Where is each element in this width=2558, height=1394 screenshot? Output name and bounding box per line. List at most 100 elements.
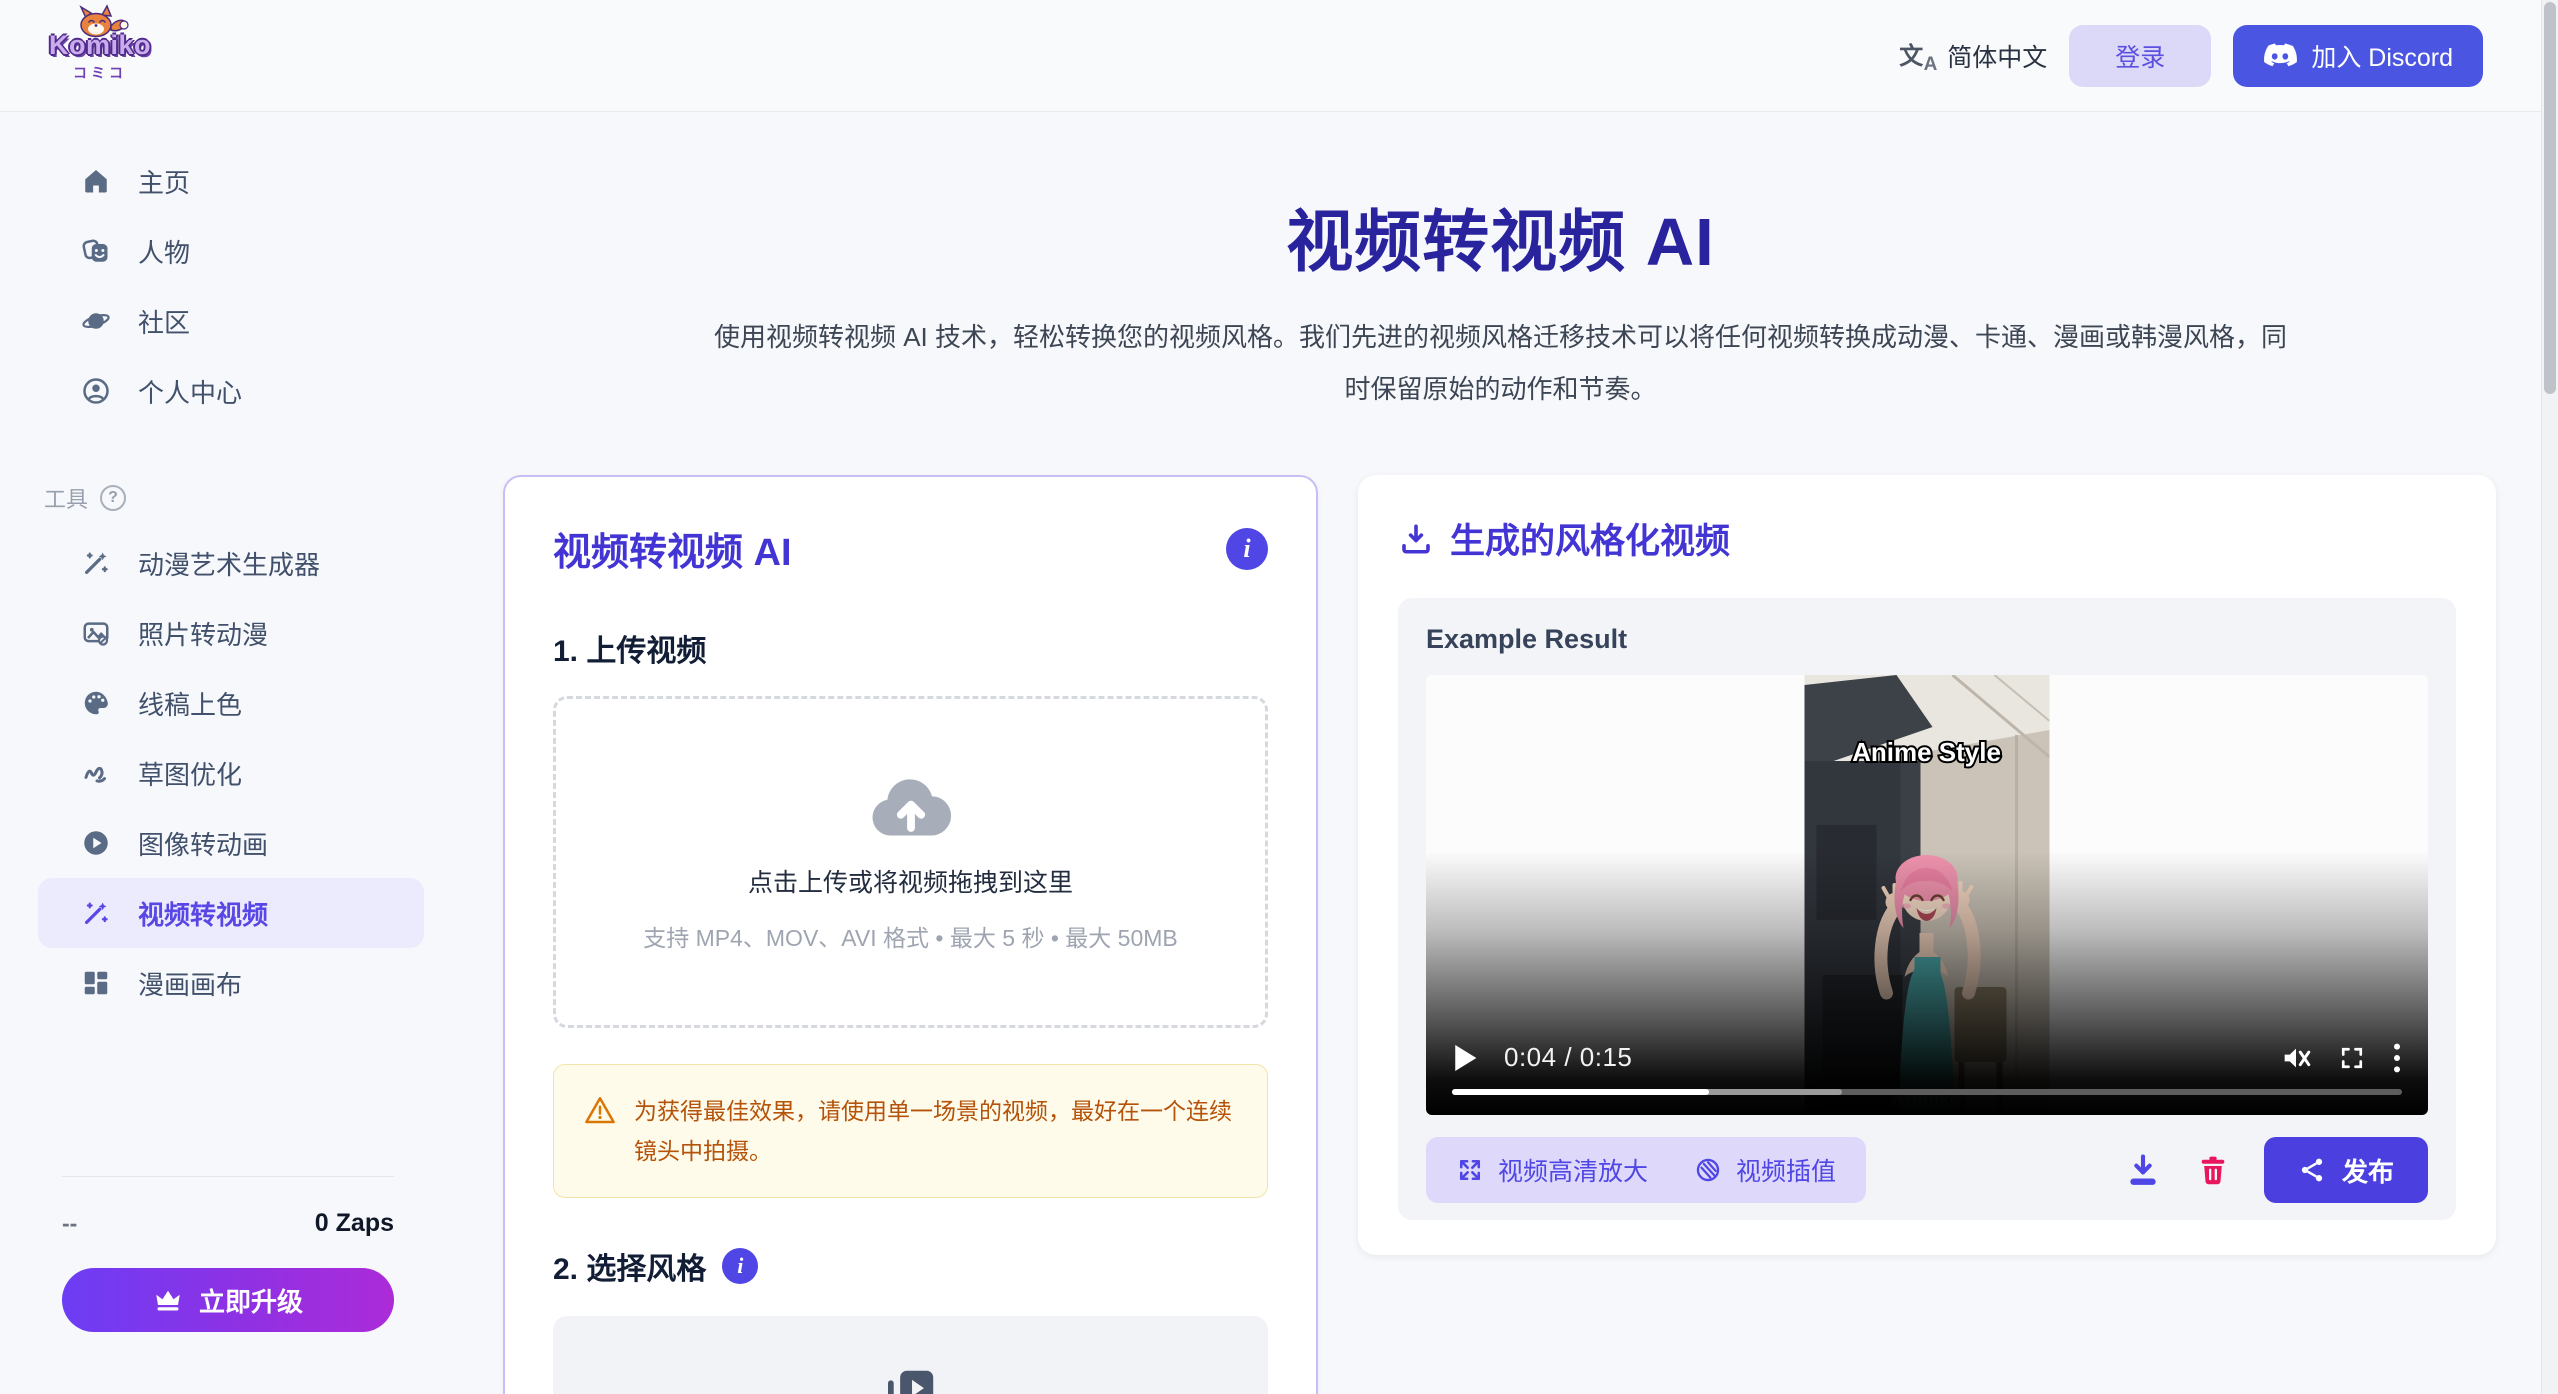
trash-icon — [2196, 1152, 2230, 1188]
tool-video-to-video[interactable]: 视频转视频 — [38, 878, 424, 948]
tool-label: 视频转视频 — [138, 895, 268, 932]
tool-image-to-animation[interactable]: 图像转动画 — [38, 808, 424, 878]
download-video-button[interactable] — [2124, 1151, 2162, 1189]
generated-video-card: 生成的风格化视频 Example Result — [1358, 475, 2496, 1255]
video-progress-bar[interactable] — [1452, 1089, 2402, 1095]
upload-main-text: 点击上传或将视频拖拽到这里 — [748, 863, 1073, 899]
sidebar-item-label: 主页 — [138, 163, 190, 200]
app-header: Komiko コミコ 文A 简体中文 登录 加入 Discord — [0, 0, 2541, 112]
share-icon — [2298, 1156, 2326, 1184]
help-icon[interactable]: ? — [100, 485, 126, 511]
crown-icon — [153, 1287, 183, 1313]
upgrade-button[interactable]: 立即升级 — [62, 1268, 394, 1332]
info-icon[interactable]: i — [722, 1248, 758, 1284]
sidebar-item-label: 个人中心 — [138, 373, 242, 410]
more-options-button[interactable] — [2392, 1043, 2402, 1073]
join-discord-button[interactable]: 加入 Discord — [2233, 25, 2483, 87]
tool-label: 动漫艺术生成器 — [138, 545, 320, 582]
tool-comic-canvas[interactable]: 漫画画布 — [38, 948, 424, 1018]
warning-text: 为获得最佳效果，请使用单一场景的视频，最好在一个连续镜头中拍摄。 — [634, 1091, 1237, 1171]
page-description: 使用视频转视频 AI 技术，轻松转换您的视频风格。我们先进的视频风格迁移技术可以… — [706, 311, 2296, 415]
sidebar-item-home[interactable]: 主页 — [38, 146, 424, 216]
upscale-label: 视频高清放大 — [1498, 1152, 1648, 1188]
video-time: 0:04 / 0:15 — [1504, 1042, 1632, 1073]
sidebar-divider — [62, 1176, 394, 1177]
delete-video-button[interactable] — [2196, 1152, 2230, 1188]
interpolation-icon — [1694, 1156, 1722, 1184]
login-button[interactable]: 登录 — [2069, 25, 2211, 87]
planet-icon — [80, 305, 112, 337]
tool-anime-art-generator[interactable]: 动漫艺术生成器 — [38, 528, 424, 598]
sidebar-item-label: 人物 — [138, 233, 190, 270]
fullscreen-icon — [2338, 1044, 2366, 1072]
scrollbar-thumb[interactable] — [2544, 2, 2556, 394]
muted-speaker-icon — [2280, 1043, 2312, 1073]
tool-label: 草图优化 — [138, 755, 242, 792]
enhance-actions-pill: 视频高清放大 视频插值 — [1426, 1137, 1866, 1203]
layout-grid-icon — [80, 967, 112, 999]
palette-icon — [80, 687, 112, 719]
example-result-panel: Example Result — [1398, 598, 2456, 1220]
upload-hint-text: 支持 MP4、MOV、AVI 格式 • 最大 5 秒 • 最大 50MB — [643, 919, 1178, 953]
video-interpolate-button[interactable]: 视频插值 — [1694, 1152, 1836, 1188]
main-content: 视频转视频 AI 使用视频转视频 AI 技术，轻松转换您的视频风格。我们先进的视… — [460, 112, 2541, 1394]
credits-placeholder: -- — [62, 1210, 77, 1237]
language-label: 简体中文 — [1947, 38, 2047, 74]
scribble-icon — [80, 757, 112, 789]
masks-icon — [80, 235, 112, 267]
step2-title: 2. 选择风格 — [553, 1244, 706, 1288]
language-selector[interactable]: 文A 简体中文 — [1899, 38, 2047, 74]
brand-name: Komiko — [40, 30, 160, 61]
warning-triangle-icon — [584, 1095, 616, 1125]
download-icon — [2124, 1151, 2162, 1189]
play-button[interactable] — [1452, 1043, 1478, 1073]
page-scrollbar — [2541, 0, 2558, 1394]
play-circle-icon — [80, 827, 112, 859]
video-upscale-button[interactable]: 视频高清放大 — [1456, 1152, 1648, 1188]
video-to-video-input-card: 视频转视频 AI i 1. 上传视频 点击上传或将视频拖拽到这里 支持 MP4、… — [503, 475, 1318, 1394]
magic-wand-icon — [80, 897, 112, 929]
brand-kana: コミコ — [40, 63, 160, 83]
tool-label: 漫画画布 — [138, 965, 242, 1002]
mute-button[interactable] — [2280, 1043, 2312, 1073]
sidebar-item-community[interactable]: 社区 — [38, 286, 424, 356]
style-frame-placeholder: 请先上传一个视频以提取第一帧 — [553, 1316, 1268, 1394]
video-frames-icon — [880, 1362, 942, 1394]
tools-section-label: 工具 ? — [44, 482, 460, 514]
komiko-logo[interactable]: Komiko コミコ — [40, 4, 160, 83]
progress-fill — [1452, 1089, 1709, 1095]
kebab-menu-icon — [2392, 1043, 2402, 1073]
fullscreen-button[interactable] — [2338, 1044, 2366, 1072]
tool-sketch-refine[interactable]: 草图优化 — [38, 738, 424, 808]
photo-icon — [80, 617, 112, 649]
zaps-count: 0 Zaps — [315, 1209, 394, 1238]
cloud-upload-icon — [863, 771, 959, 843]
translate-icon: 文A — [1899, 38, 1937, 74]
upgrade-label: 立即升级 — [199, 1282, 303, 1319]
tool-label: 照片转动漫 — [138, 615, 268, 652]
input-card-title: 视频转视频 AI — [553, 521, 792, 576]
video-player[interactable]: Anime Style Komiko 0:04 / 0:15 — [1426, 675, 2428, 1115]
video-upload-dropzone[interactable]: 点击上传或将视频拖拽到这里 支持 MP4、MOV、AVI 格式 • 最大 5 秒… — [553, 696, 1268, 1028]
publish-button[interactable]: 发布 — [2264, 1137, 2428, 1203]
home-icon — [80, 165, 112, 197]
download-title-icon — [1398, 521, 1434, 557]
generated-card-title: 生成的风格化视频 — [1450, 513, 1730, 564]
sidebar-item-profile[interactable]: 个人中心 — [38, 356, 424, 426]
tool-photo-to-anime[interactable]: 照片转动漫 — [38, 598, 424, 668]
page-title: 视频转视频 AI — [460, 188, 2541, 285]
upload-warning: 为获得最佳效果，请使用单一场景的视频，最好在一个连续镜头中拍摄。 — [553, 1064, 1268, 1198]
example-result-label: Example Result — [1426, 624, 2428, 655]
discord-label: 加入 Discord — [2311, 38, 2453, 74]
expand-arrows-icon — [1456, 1156, 1484, 1184]
sidebar: 主页 人物 社区 — [0, 112, 460, 1394]
step1-title: 1. 上传视频 — [553, 626, 1268, 670]
publish-label: 发布 — [2342, 1152, 2394, 1189]
discord-icon — [2263, 43, 2297, 69]
info-icon[interactable]: i — [1226, 528, 1268, 570]
sidebar-item-characters[interactable]: 人物 — [38, 216, 424, 286]
tool-label: 线稿上色 — [138, 685, 242, 722]
user-circle-icon — [80, 375, 112, 407]
tool-lineart-coloring[interactable]: 线稿上色 — [38, 668, 424, 738]
magic-wand-icon — [80, 547, 112, 579]
